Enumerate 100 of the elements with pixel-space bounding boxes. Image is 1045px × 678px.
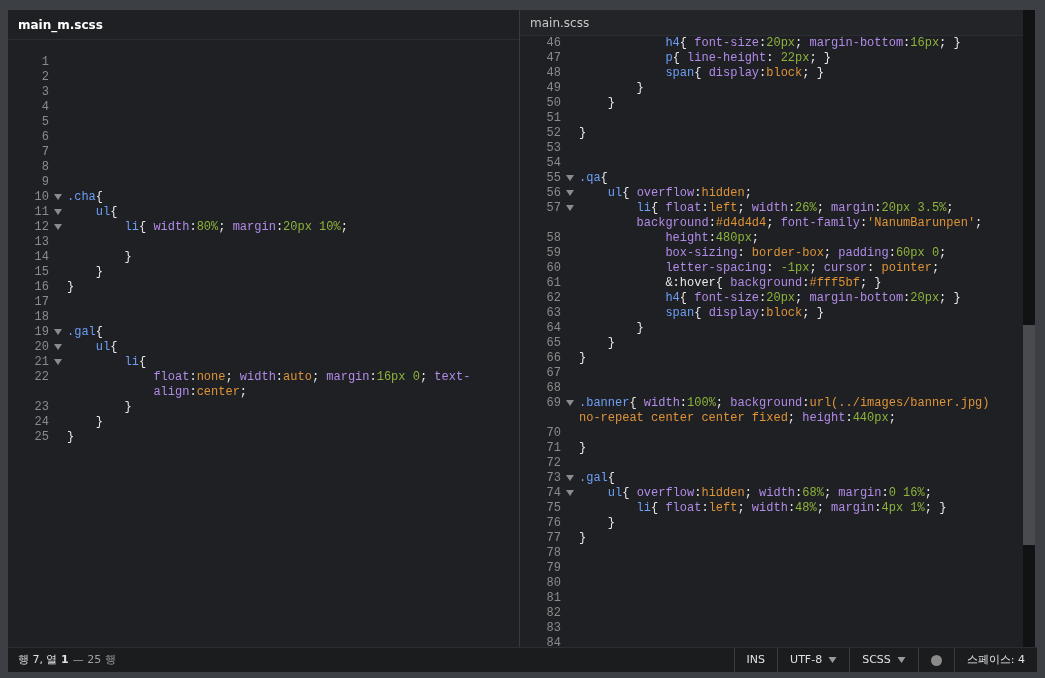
line-number: 75: [545, 501, 561, 516]
line-number: 10: [33, 190, 49, 205]
line-count: — 25 행: [72, 651, 116, 668]
line-number: 51: [545, 111, 561, 126]
encoding-dropdown[interactable]: UTF-8: [777, 648, 850, 672]
line-number: 6: [40, 130, 49, 145]
code-line: }: [123, 400, 132, 415]
code-line: ul{: [94, 340, 118, 355]
line-number: 4: [40, 100, 49, 115]
line-number: 74: [545, 486, 561, 501]
line-number: 57: [545, 201, 561, 216]
line-number: 60: [545, 261, 561, 276]
line-number: 17: [33, 295, 49, 310]
code-line: li{ width:80%; margin:20px 10%;: [123, 220, 348, 235]
line-number: 76: [545, 516, 561, 531]
line-number: 80: [545, 576, 561, 591]
code-line: }: [635, 321, 644, 336]
code-line: span{ display:block; }: [664, 66, 824, 81]
fold-arrow-icon[interactable]: [54, 194, 62, 200]
line-number: 79: [545, 561, 561, 576]
line-number: 24: [33, 415, 49, 430]
code-line: }: [579, 441, 587, 456]
line-number: 54: [545, 156, 561, 171]
line-number: 23: [33, 400, 49, 415]
code-line: box-sizing: border-box; padding:60px 0;: [664, 246, 947, 261]
line-number: 82: [545, 606, 561, 621]
fold-arrow-icon[interactable]: [54, 329, 62, 335]
line-number: 13: [33, 235, 49, 250]
code-line: letter-spacing: -1px; cursor: pointer;: [664, 261, 940, 276]
code-line: }: [94, 415, 103, 430]
line-number: 67: [545, 366, 561, 381]
scrollbar[interactable]: [1023, 10, 1035, 647]
code-line: .cha{: [67, 190, 103, 205]
line-number: 81: [545, 591, 561, 606]
caret-icon: [896, 657, 906, 663]
line-number: 19: [33, 325, 49, 340]
line-number: 66: [545, 351, 561, 366]
code-line: height:480px;: [664, 231, 760, 246]
fold-arrow-icon[interactable]: [54, 344, 62, 350]
code-line: .gal{: [67, 325, 103, 340]
file-tab[interactable]: main.scss: [520, 10, 1023, 36]
line-number: 12: [33, 220, 49, 235]
line-number: 83: [545, 621, 561, 636]
code-line: }: [579, 351, 587, 366]
code-line: }: [606, 516, 615, 531]
line-number: 69: [545, 396, 561, 411]
fold-arrow-icon[interactable]: [566, 400, 574, 406]
line-number: 53: [545, 141, 561, 156]
line-number: 11: [33, 205, 49, 220]
code-line: }: [635, 81, 644, 96]
language-dropdown[interactable]: SCSS: [849, 648, 918, 672]
line-number: 1: [40, 55, 49, 70]
code-line: }: [67, 280, 75, 295]
code-line: }: [606, 336, 615, 351]
fold-arrow-icon[interactable]: [54, 209, 62, 215]
code-line: li{ float:left; width:48%; margin:4px 1%; }: [635, 501, 947, 516]
status-dot-icon[interactable]: [930, 654, 942, 666]
scrollbar-thumb[interactable]: [1023, 325, 1035, 545]
fold-arrow-icon[interactable]: [54, 359, 62, 365]
line-number: 61: [545, 276, 561, 291]
caret-icon: [828, 657, 838, 663]
line-number: 71: [545, 441, 561, 456]
code-line: .qa{: [579, 171, 608, 186]
line-number: 22: [33, 370, 49, 385]
line-number: 84: [545, 636, 561, 647]
code-line: ul{ overflow:hidden;: [606, 186, 752, 201]
insert-mode-button[interactable]: INS: [733, 648, 778, 672]
fold-arrow-icon[interactable]: [566, 475, 574, 481]
fold-arrow-icon[interactable]: [54, 224, 62, 230]
fold-arrow-icon[interactable]: [566, 175, 574, 181]
line-number: 49: [545, 81, 561, 96]
code-line: h4{ font-size:20px; margin-bottom:20px; }: [664, 291, 961, 306]
fold-arrow-icon[interactable]: [566, 205, 574, 211]
line-number: 68: [545, 381, 561, 396]
line-number: 2: [40, 70, 49, 85]
code-line: }: [94, 265, 103, 280]
indentation-button[interactable]: 스페이스: 4: [953, 648, 1037, 672]
code-line: .banner{ width:100%; background:url(../images/banner.jpg) no-repeat center center fixed; height:440px;: [579, 396, 990, 426]
line-number: 59: [545, 246, 561, 261]
code-line: &:hover{ background:#fff5bf; }: [664, 276, 882, 291]
fold-arrow-icon[interactable]: [566, 190, 574, 196]
line-number: 73: [545, 471, 561, 486]
code-line: ul{: [94, 205, 118, 220]
line-number: 9: [40, 175, 49, 190]
line-number: 62: [545, 291, 561, 306]
code-line: }: [67, 430, 75, 445]
line-number: 52: [545, 126, 561, 141]
line-number: 18: [33, 310, 49, 325]
line-number: 47: [545, 51, 561, 66]
code-line: }: [579, 126, 587, 141]
line-number: 21: [33, 355, 49, 370]
code-line: span{ display:block; }: [664, 306, 824, 321]
line-number: 50: [545, 96, 561, 111]
code-line: }: [123, 250, 132, 265]
code-line: .gal{: [579, 471, 615, 486]
line-number: 64: [545, 321, 561, 336]
fold-arrow-icon[interactable]: [566, 490, 574, 496]
line-number: 14: [33, 250, 49, 265]
code-line: h4{ font-size:20px; margin-bottom:16px; }: [664, 36, 961, 51]
line-number: 25: [33, 430, 49, 445]
